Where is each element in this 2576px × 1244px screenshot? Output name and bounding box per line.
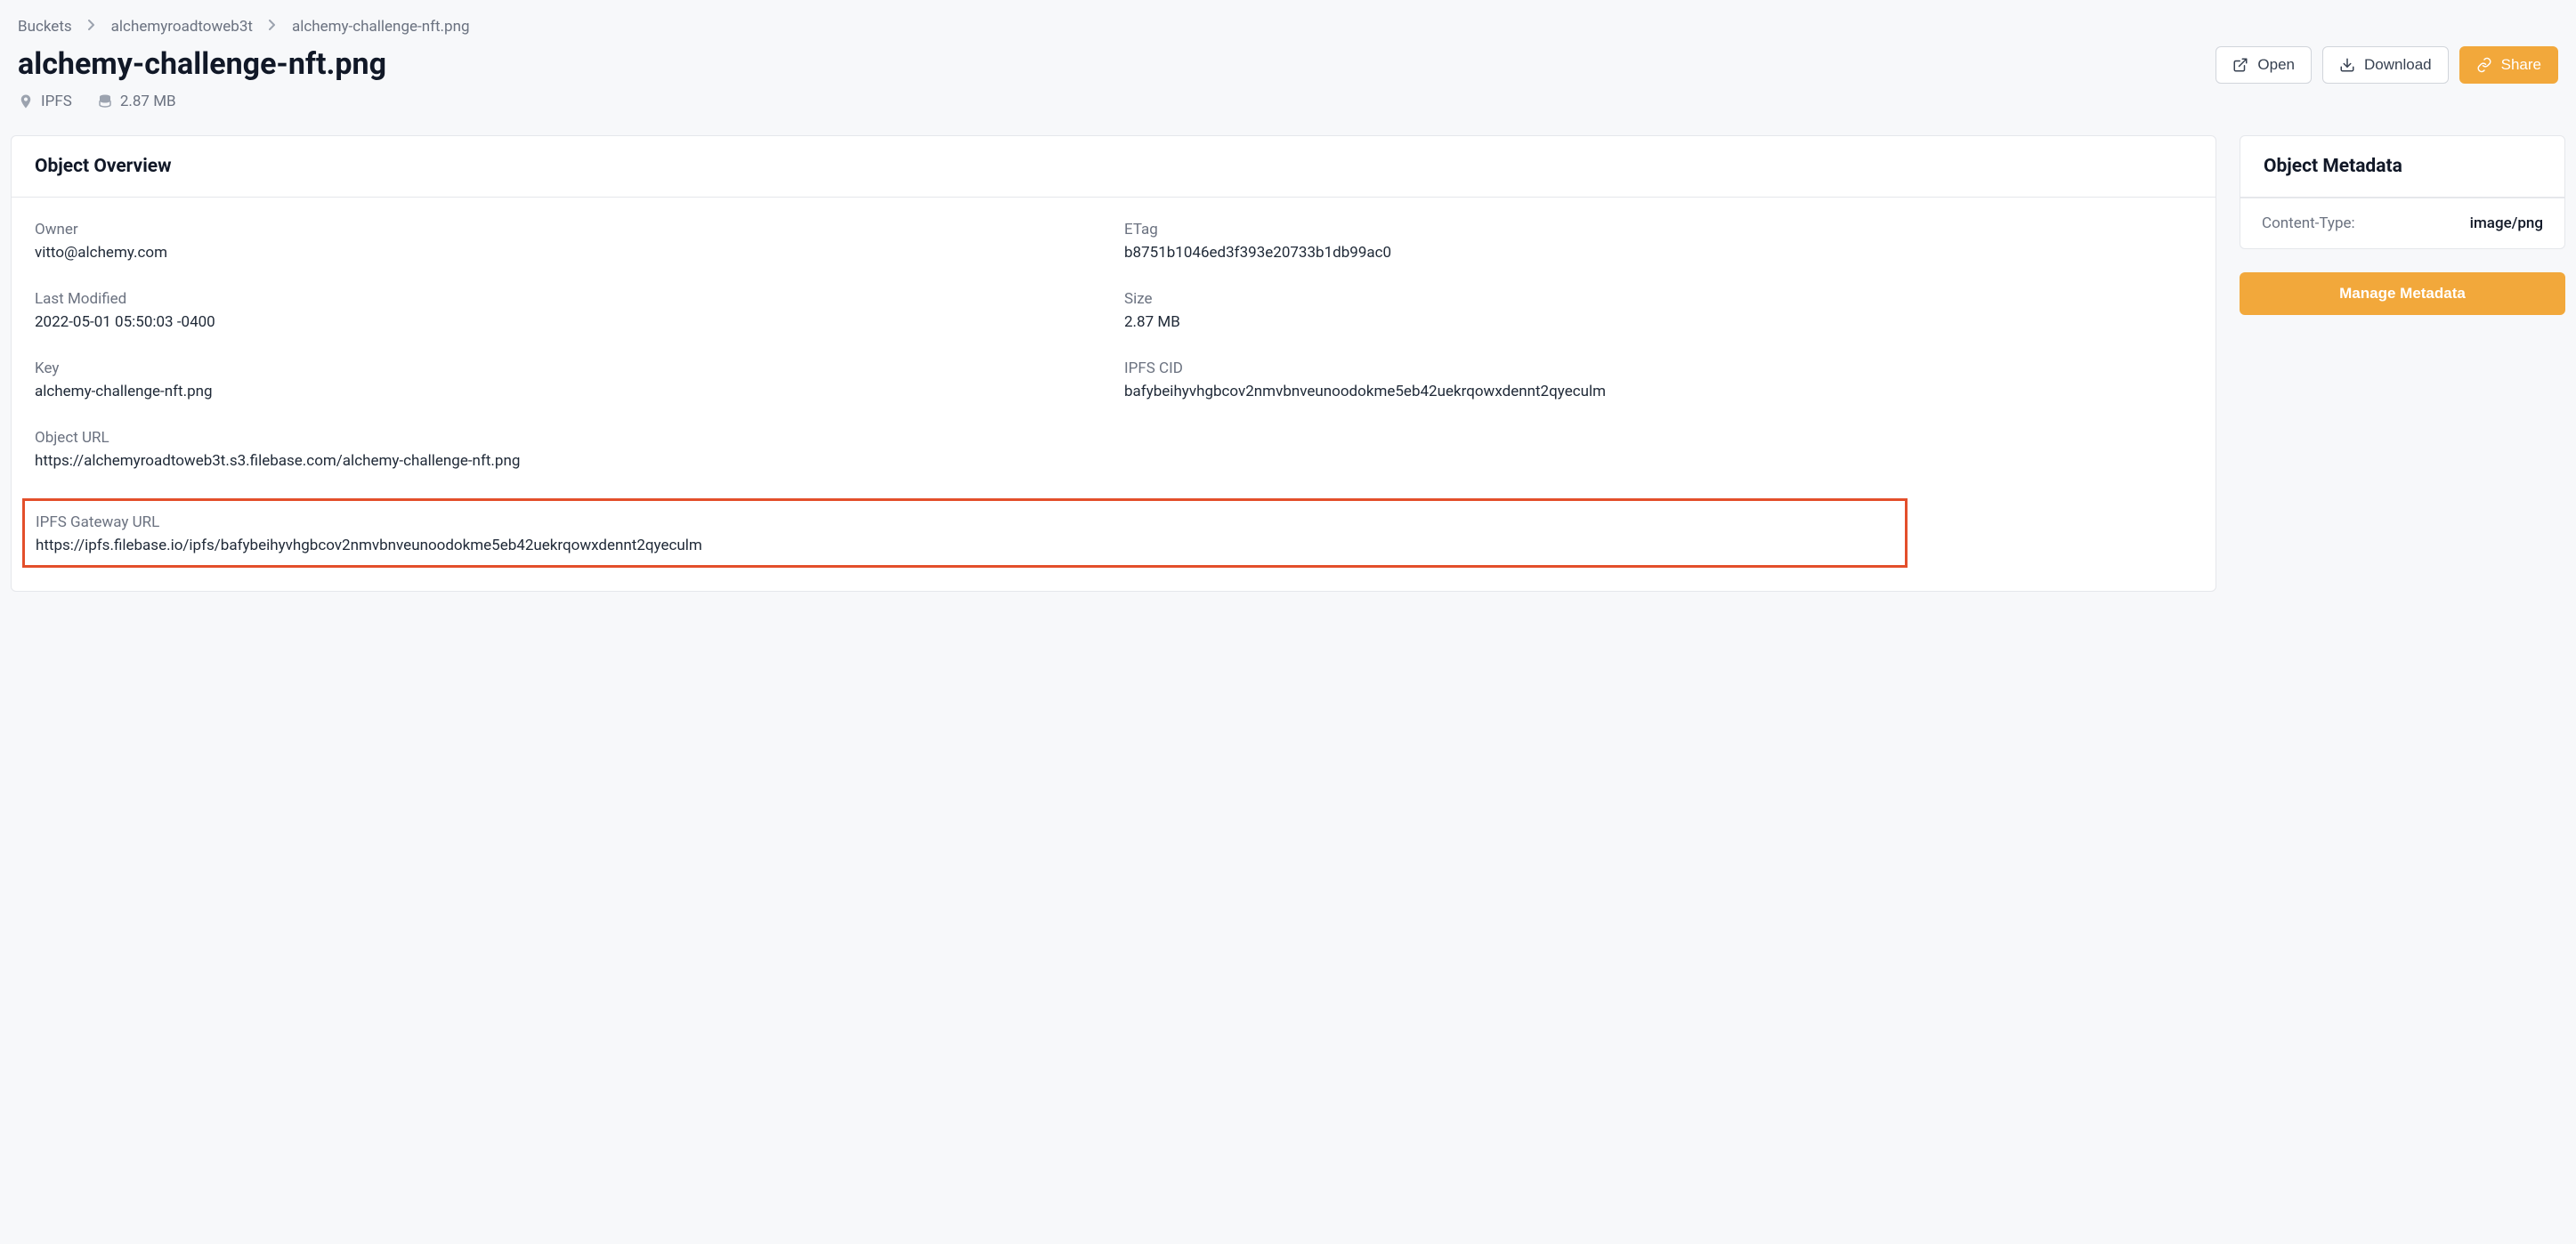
owner-label: Owner xyxy=(35,221,1103,238)
owner-value: vitto@alchemy.com xyxy=(35,244,1103,262)
chevron-right-icon xyxy=(88,20,95,34)
breadcrumb-root[interactable]: Buckets xyxy=(18,18,72,36)
manage-metadata-button[interactable]: Manage Metadata xyxy=(2240,272,2565,315)
etag-value: b8751b1046ed3f393e20733b1db99ac0 xyxy=(1124,244,2192,262)
object-metadata-card: Object Metadata Content-Type: image/png xyxy=(2240,135,2565,249)
content-type-label: Content-Type: xyxy=(2262,214,2355,232)
object-overview-card: Object Overview Owner vitto@alchemy.com … xyxy=(11,135,2216,592)
size-label: 2.87 MB xyxy=(120,93,176,110)
breadcrumb: Buckets alchemyroadtoweb3t alchemy-chall… xyxy=(18,18,2558,36)
network-label: IPFS xyxy=(41,93,72,110)
gateway-url-value[interactable]: https://ipfs.filebase.io/ipfs/bafybeihyv… xyxy=(36,537,1894,554)
gateway-url-field: IPFS Gateway URL https://ipfs.filebase.i… xyxy=(22,498,1908,568)
download-button-label: Download xyxy=(2364,56,2432,74)
location-pin-icon xyxy=(18,93,34,109)
download-button[interactable]: Download xyxy=(2322,46,2449,84)
network-badge: IPFS xyxy=(18,93,72,110)
key-label: Key xyxy=(35,359,1103,377)
download-icon xyxy=(2339,57,2355,73)
size-field: Size 2.87 MB xyxy=(1124,290,2192,331)
size-field-label: Size xyxy=(1124,290,2192,308)
cid-label: IPFS CID xyxy=(1124,359,2192,377)
object-url-value[interactable]: https://alchemyroadtoweb3t.s3.filebase.c… xyxy=(35,452,2192,470)
etag-label: ETag xyxy=(1124,221,2192,238)
open-button[interactable]: Open xyxy=(2216,46,2312,84)
key-field: Key alchemy-challenge-nft.png xyxy=(35,359,1103,400)
link-icon xyxy=(2476,57,2492,73)
breadcrumb-current: alchemy-challenge-nft.png xyxy=(292,18,470,36)
share-button-label: Share xyxy=(2501,56,2541,74)
last-modified-value: 2022-05-01 05:50:03 -0400 xyxy=(35,313,1103,331)
open-button-label: Open xyxy=(2257,56,2295,74)
share-button[interactable]: Share xyxy=(2459,46,2558,84)
object-url-field: Object URL https://alchemyroadtoweb3t.s3… xyxy=(35,429,2192,470)
content-type-value: image/png xyxy=(2470,214,2543,232)
page-title: alchemy-challenge-nft.png xyxy=(18,46,386,82)
etag-field: ETag b8751b1046ed3f393e20733b1db99ac0 xyxy=(1124,221,2192,262)
object-url-label: Object URL xyxy=(35,429,2192,447)
gateway-url-label: IPFS Gateway URL xyxy=(36,513,1894,531)
storage-icon xyxy=(97,93,113,109)
metadata-title: Object Metadata xyxy=(2240,136,2564,198)
cid-field: IPFS CID bafybeihyvhgbcov2nmvbnveunoodok… xyxy=(1124,359,2192,400)
chevron-right-icon xyxy=(269,20,276,34)
size-badge: 2.87 MB xyxy=(97,93,176,110)
cid-value: bafybeihyvhgbcov2nmvbnveunoodokme5eb42ue… xyxy=(1124,383,2192,400)
breadcrumb-bucket[interactable]: alchemyroadtoweb3t xyxy=(111,18,253,36)
last-modified-field: Last Modified 2022-05-01 05:50:03 -0400 xyxy=(35,290,1103,331)
size-field-value: 2.87 MB xyxy=(1124,313,2192,331)
owner-field: Owner vitto@alchemy.com xyxy=(35,221,1103,262)
external-link-icon xyxy=(2232,57,2248,73)
content-type-row: Content-Type: image/png xyxy=(2240,198,2564,248)
last-modified-label: Last Modified xyxy=(35,290,1103,308)
key-value: alchemy-challenge-nft.png xyxy=(35,383,1103,400)
overview-title: Object Overview xyxy=(12,136,2216,198)
